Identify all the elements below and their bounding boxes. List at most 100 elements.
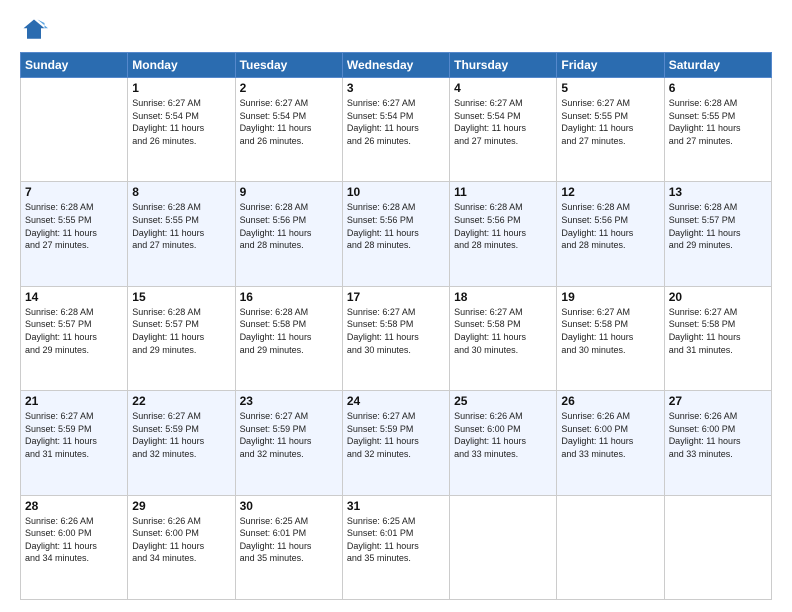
- day-info: Sunrise: 6:26 AMSunset: 6:00 PMDaylight:…: [132, 515, 230, 565]
- calendar-cell: [21, 78, 128, 182]
- day-number: 20: [669, 290, 767, 304]
- day-info: Sunrise: 6:26 AMSunset: 6:00 PMDaylight:…: [454, 410, 552, 460]
- day-info: Sunrise: 6:27 AMSunset: 5:59 PMDaylight:…: [347, 410, 445, 460]
- day-info: Sunrise: 6:28 AMSunset: 5:57 PMDaylight:…: [669, 201, 767, 251]
- day-number: 10: [347, 185, 445, 199]
- day-of-week-header: Friday: [557, 53, 664, 78]
- calendar-cell: 29 Sunrise: 6:26 AMSunset: 6:00 PMDayligh…: [128, 495, 235, 599]
- day-number: 13: [669, 185, 767, 199]
- calendar-cell: 13 Sunrise: 6:28 AMSunset: 5:57 PMDayligh…: [664, 182, 771, 286]
- day-of-week-header: Tuesday: [235, 53, 342, 78]
- day-info: Sunrise: 6:26 AMSunset: 6:00 PMDaylight:…: [25, 515, 123, 565]
- day-number: 27: [669, 394, 767, 408]
- calendar-cell: 31 Sunrise: 6:25 AMSunset: 6:01 PMDayligh…: [342, 495, 449, 599]
- calendar-cell: 19 Sunrise: 6:27 AMSunset: 5:58 PMDayligh…: [557, 286, 664, 390]
- day-number: 28: [25, 499, 123, 513]
- day-of-week-header: Monday: [128, 53, 235, 78]
- calendar-cell: 24 Sunrise: 6:27 AMSunset: 5:59 PMDayligh…: [342, 391, 449, 495]
- day-number: 8: [132, 185, 230, 199]
- day-number: 15: [132, 290, 230, 304]
- day-number: 22: [132, 394, 230, 408]
- calendar-cell: 20 Sunrise: 6:27 AMSunset: 5:58 PMDayligh…: [664, 286, 771, 390]
- calendar-cell: 23 Sunrise: 6:27 AMSunset: 5:59 PMDayligh…: [235, 391, 342, 495]
- calendar-cell: [664, 495, 771, 599]
- day-number: 19: [561, 290, 659, 304]
- calendar-table: SundayMondayTuesdayWednesdayThursdayFrid…: [20, 52, 772, 600]
- day-number: 21: [25, 394, 123, 408]
- calendar-cell: 12Sunrise: 6:28 AMSunset: 5:56 PMDayligh…: [557, 182, 664, 286]
- day-info: Sunrise: 6:27 AMSunset: 5:59 PMDaylight:…: [132, 410, 230, 460]
- calendar-cell: 27 Sunrise: 6:26 AMSunset: 6:00 PMDayligh…: [664, 391, 771, 495]
- day-number: 29: [132, 499, 230, 513]
- calendar-cell: 1 Sunrise: 6:27 AMSunset: 5:54 PMDaylight…: [128, 78, 235, 182]
- day-number: 30: [240, 499, 338, 513]
- calendar-cell: 25 Sunrise: 6:26 AMSunset: 6:00 PMDayligh…: [450, 391, 557, 495]
- day-info: Sunrise: 6:27 AMSunset: 5:55 PMDaylight:…: [561, 97, 659, 147]
- page: SundayMondayTuesdayWednesdayThursdayFrid…: [0, 0, 792, 612]
- calendar-cell: 21 Sunrise: 6:27 AMSunset: 5:59 PMDayligh…: [21, 391, 128, 495]
- day-info: Sunrise: 6:27 AMSunset: 5:54 PMDaylight:…: [454, 97, 552, 147]
- day-info: Sunrise: 6:26 AMSunset: 6:00 PMDaylight:…: [561, 410, 659, 460]
- calendar-cell: 15 Sunrise: 6:28 AMSunset: 5:57 PMDayligh…: [128, 286, 235, 390]
- day-number: 4: [454, 81, 552, 95]
- day-number: 1: [132, 81, 230, 95]
- day-info: Sunrise: 6:27 AMSunset: 5:58 PMDaylight:…: [669, 306, 767, 356]
- day-info: Sunrise: 6:27 AMSunset: 5:59 PMDaylight:…: [240, 410, 338, 460]
- day-info: Sunrise: 6:28 AMSunset: 5:57 PMDaylight:…: [25, 306, 123, 356]
- calendar-cell: 4 Sunrise: 6:27 AMSunset: 5:54 PMDaylight…: [450, 78, 557, 182]
- day-number: 23: [240, 394, 338, 408]
- day-number: 18: [454, 290, 552, 304]
- day-info: Sunrise: 6:27 AMSunset: 5:54 PMDaylight:…: [132, 97, 230, 147]
- calendar-week-row: 21 Sunrise: 6:27 AMSunset: 5:59 PMDayligh…: [21, 391, 772, 495]
- day-info: Sunrise: 6:25 AMSunset: 6:01 PMDaylight:…: [347, 515, 445, 565]
- day-number: 2: [240, 81, 338, 95]
- day-info: Sunrise: 6:28 AMSunset: 5:57 PMDaylight:…: [132, 306, 230, 356]
- day-number: 9: [240, 185, 338, 199]
- day-number: 6: [669, 81, 767, 95]
- day-info: Sunrise: 6:27 AMSunset: 5:58 PMDaylight:…: [347, 306, 445, 356]
- calendar-cell: 3Sunrise: 6:27 AMSunset: 5:54 PMDaylight…: [342, 78, 449, 182]
- calendar-cell: 14 Sunrise: 6:28 AMSunset: 5:57 PMDayligh…: [21, 286, 128, 390]
- day-of-week-header: Thursday: [450, 53, 557, 78]
- day-info: Sunrise: 6:28 AMSunset: 5:55 PMDaylight:…: [25, 201, 123, 251]
- day-number: 14: [25, 290, 123, 304]
- day-info: Sunrise: 6:28 AMSunset: 5:56 PMDaylight:…: [347, 201, 445, 251]
- day-number: 5: [561, 81, 659, 95]
- calendar-week-row: 7Sunrise: 6:28 AMSunset: 5:55 PMDaylight…: [21, 182, 772, 286]
- calendar-header-row: SundayMondayTuesdayWednesdayThursdayFrid…: [21, 53, 772, 78]
- logo: [20, 16, 52, 44]
- day-of-week-header: Saturday: [664, 53, 771, 78]
- calendar-cell: 18 Sunrise: 6:27 AMSunset: 5:58 PMDayligh…: [450, 286, 557, 390]
- day-number: 24: [347, 394, 445, 408]
- day-info: Sunrise: 6:27 AMSunset: 5:58 PMDaylight:…: [561, 306, 659, 356]
- calendar-cell: 5 Sunrise: 6:27 AMSunset: 5:55 PMDaylight…: [557, 78, 664, 182]
- calendar-cell: 7Sunrise: 6:28 AMSunset: 5:55 PMDaylight…: [21, 182, 128, 286]
- calendar-cell: 9Sunrise: 6:28 AMSunset: 5:56 PMDaylight…: [235, 182, 342, 286]
- day-number: 31: [347, 499, 445, 513]
- calendar-cell: 22 Sunrise: 6:27 AMSunset: 5:59 PMDayligh…: [128, 391, 235, 495]
- calendar-cell: 16 Sunrise: 6:28 AMSunset: 5:58 PMDayligh…: [235, 286, 342, 390]
- calendar-week-row: 28 Sunrise: 6:26 AMSunset: 6:00 PMDayligh…: [21, 495, 772, 599]
- header: [20, 16, 772, 44]
- day-number: 25: [454, 394, 552, 408]
- day-info: Sunrise: 6:27 AMSunset: 5:54 PMDaylight:…: [347, 97, 445, 147]
- calendar-cell: [450, 495, 557, 599]
- day-info: Sunrise: 6:27 AMSunset: 5:59 PMDaylight:…: [25, 410, 123, 460]
- day-info: Sunrise: 6:27 AMSunset: 5:58 PMDaylight:…: [454, 306, 552, 356]
- day-info: Sunrise: 6:28 AMSunset: 5:56 PMDaylight:…: [561, 201, 659, 251]
- calendar-cell: 8Sunrise: 6:28 AMSunset: 5:55 PMDaylight…: [128, 182, 235, 286]
- day-info: Sunrise: 6:28 AMSunset: 5:58 PMDaylight:…: [240, 306, 338, 356]
- calendar-cell: 11Sunrise: 6:28 AMSunset: 5:56 PMDayligh…: [450, 182, 557, 286]
- calendar-cell: 2Sunrise: 6:27 AMSunset: 5:54 PMDaylight…: [235, 78, 342, 182]
- calendar-cell: 10 Sunrise: 6:28 AMSunset: 5:56 PMDayligh…: [342, 182, 449, 286]
- calendar-cell: 17 Sunrise: 6:27 AMSunset: 5:58 PMDayligh…: [342, 286, 449, 390]
- calendar-cell: 28 Sunrise: 6:26 AMSunset: 6:00 PMDayligh…: [21, 495, 128, 599]
- day-info: Sunrise: 6:26 AMSunset: 6:00 PMDaylight:…: [669, 410, 767, 460]
- day-number: 16: [240, 290, 338, 304]
- day-number: 17: [347, 290, 445, 304]
- logo-icon: [20, 16, 48, 44]
- calendar-cell: [557, 495, 664, 599]
- calendar-cell: 6Sunrise: 6:28 AMSunset: 5:55 PMDaylight…: [664, 78, 771, 182]
- day-of-week-header: Sunday: [21, 53, 128, 78]
- day-number: 11: [454, 185, 552, 199]
